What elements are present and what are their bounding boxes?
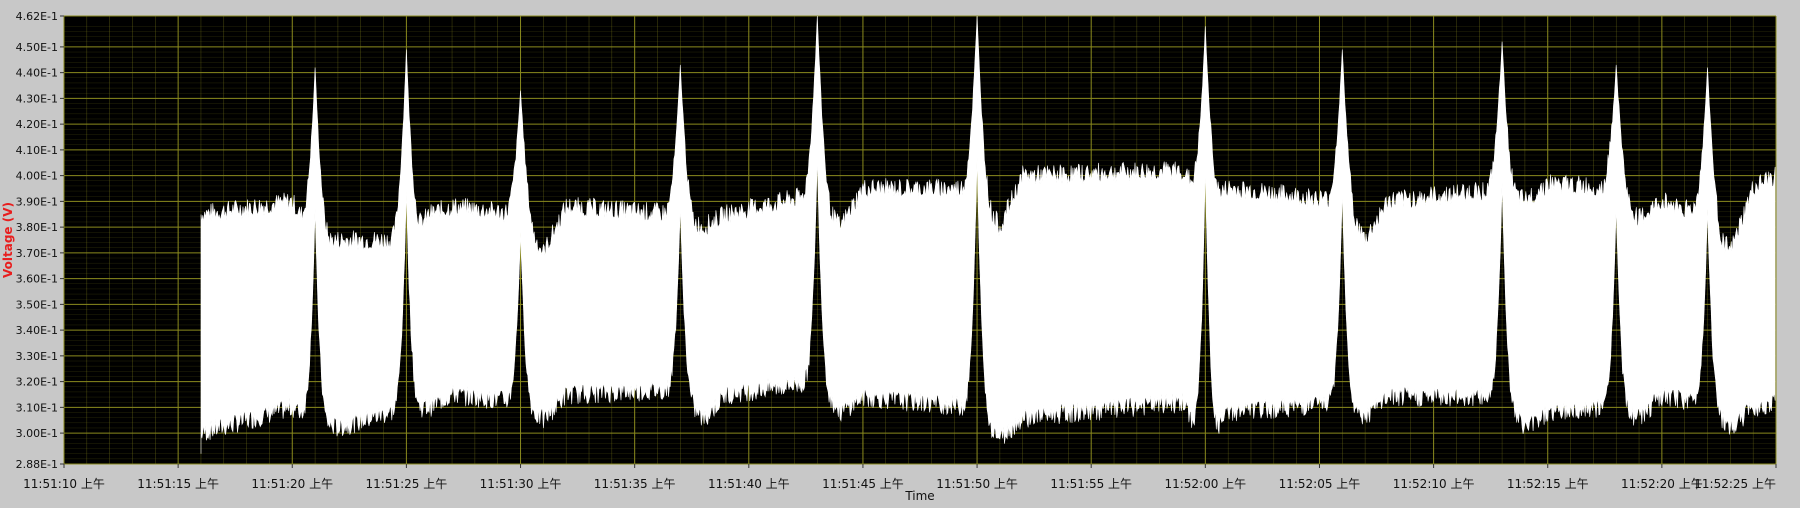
y-tick-label: 3.20E-1 (16, 376, 58, 389)
x-tick-label: 11:51:35 上午 (594, 477, 676, 491)
y-tick-label: 4.50E-1 (16, 41, 58, 54)
y-tick-label: 3.40E-1 (16, 324, 58, 337)
y-tick-label: 3.50E-1 (16, 298, 58, 311)
y-tick-label: 3.00E-1 (16, 427, 58, 440)
x-tick-label: 11:52:05 上午 (1279, 477, 1361, 491)
y-tick-label: 3.90E-1 (16, 195, 58, 208)
x-tick-label: 11:52:20 上午 (1621, 477, 1703, 491)
y-tick-label: 4.20E-1 (16, 118, 58, 131)
x-tick-label: 11:52:10 上午 (1393, 477, 1475, 491)
x-tick-label: 11:51:45 上午 (822, 477, 904, 491)
y-tick-label: 4.00E-1 (16, 170, 58, 183)
x-tick-label: 11:51:55 上午 (1050, 477, 1132, 491)
y-tick-label: 4.30E-1 (16, 92, 58, 105)
x-tick-label: 11:51:50 上午 (936, 477, 1018, 491)
x-tick-label: 11:51:20 上午 (251, 477, 333, 491)
x-tick-label: 11:52:25 上午 (1694, 477, 1776, 491)
x-tick-label: 11:51:25 上午 (366, 477, 448, 491)
y-tick-label: 4.40E-1 (16, 67, 58, 80)
y-tick-label: 3.80E-1 (16, 221, 58, 234)
x-tick-label: 11:51:15 上午 (137, 477, 219, 491)
y-tick-label: 3.60E-1 (16, 273, 58, 286)
x-tick-label: 11:52:00 上午 (1164, 477, 1246, 491)
chart: 2.88E-1 3.00E-1 3.10E-1 3.20E-1 3.30E-1 3.40E… (0, 0, 1800, 504)
x-tick-label: 11:51:40 上午 (708, 477, 790, 491)
y-tick-label: 3.30E-1 (16, 350, 58, 363)
y-tick-label: 4.10E-1 (16, 144, 58, 157)
y-tick-label: 4.62E-1 (16, 10, 58, 23)
x-tick-label: 11:51:10 上午 (23, 477, 105, 491)
y-tick-label: 2.88E-1 (16, 458, 58, 471)
y-axis-label: Voltage (V) (1, 202, 15, 278)
x-axis-label: Time (904, 489, 934, 503)
x-tick-label: 11:51:30 上午 (480, 477, 562, 491)
voltage-time-chart: 2.88E-1 3.00E-1 3.10E-1 3.20E-1 3.30E-1 3.40E… (1, 10, 1777, 503)
y-tick-label: 3.10E-1 (16, 401, 58, 414)
x-tick-label: 11:52:15 上午 (1507, 477, 1589, 491)
y-tick-label: 3.70E-1 (16, 247, 58, 260)
